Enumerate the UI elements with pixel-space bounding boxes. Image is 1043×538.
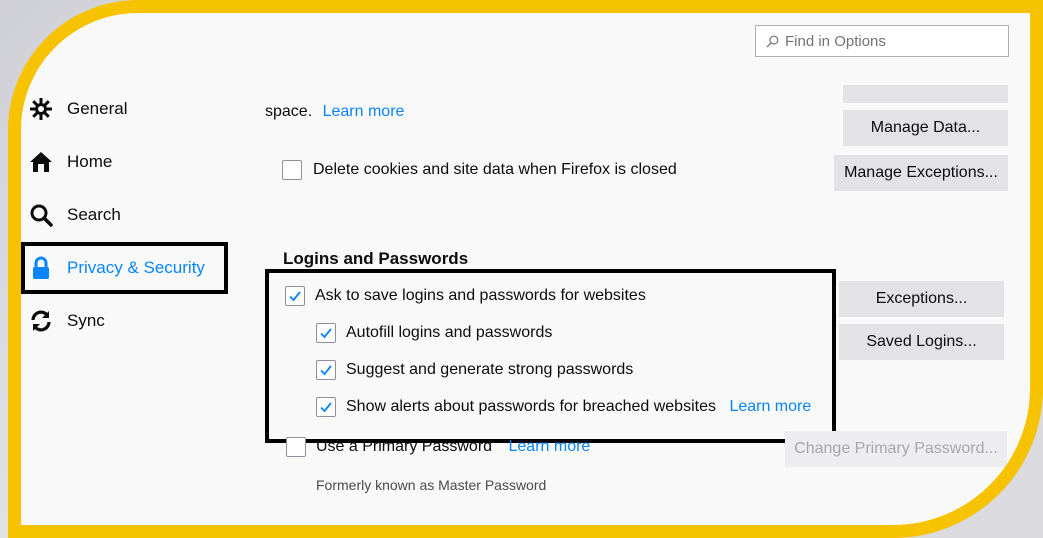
- sidebar-item-label: General: [67, 99, 128, 118]
- checkmark-icon: [289, 291, 301, 302]
- delete-on-close-label: Delete cookies and site data when Firefo…: [313, 161, 677, 178]
- sidebar-item-search[interactable]: Search: [29, 199, 121, 231]
- autofill-checkbox[interactable]: [316, 323, 336, 343]
- clear-data-button-partial[interactable]: [843, 85, 1008, 103]
- breach-learn-more-link[interactable]: Learn more: [729, 398, 811, 415]
- preferences-window: Find in Options General Home Search Priv…: [8, 0, 1043, 538]
- logins-section-title: Logins and Passwords: [283, 249, 469, 268]
- find-in-options-input[interactable]: Find in Options: [755, 25, 1009, 57]
- primary-learn-more-link[interactable]: Learn more: [509, 438, 591, 455]
- delete-on-close-checkbox[interactable]: [282, 160, 302, 180]
- suggest-passwords-checkbox[interactable]: [316, 360, 336, 380]
- cookies-description: space. Learn more: [265, 103, 404, 121]
- exceptions-button[interactable]: Exceptions...: [839, 281, 1004, 317]
- search-icon: [29, 203, 53, 227]
- suggest-passwords-label: Suggest and generate strong passwords: [346, 361, 634, 378]
- sidebar-item-label: Sync: [67, 311, 105, 330]
- sidebar-item-general[interactable]: General: [29, 93, 127, 125]
- cookies-learn-more-link[interactable]: Learn more: [323, 103, 405, 120]
- breach-alerts-row: Show alerts about passwords for breached…: [346, 398, 811, 416]
- home-icon: [29, 150, 53, 174]
- gear-icon: [29, 97, 53, 121]
- search-icon: [766, 35, 779, 48]
- ask-to-save-label: Ask to save logins and passwords for web…: [315, 287, 646, 304]
- sidebar-highlight-box: [21, 242, 228, 294]
- ask-to-save-checkbox[interactable]: [285, 286, 305, 306]
- autofill-label: Autofill logins and passwords: [346, 324, 553, 341]
- primary-password-label: Use a Primary Password: [316, 438, 493, 455]
- primary-password-row: Use a Primary Password Learn more: [316, 438, 590, 456]
- checkmark-icon: [320, 402, 332, 413]
- primary-password-checkbox[interactable]: [286, 437, 306, 457]
- checkmark-icon: [320, 328, 332, 339]
- breach-alerts-checkbox[interactable]: [316, 397, 336, 417]
- breach-alerts-label: Show alerts about passwords for breached…: [346, 398, 716, 415]
- change-primary-password-button[interactable]: Change Primary Password...: [785, 431, 1007, 467]
- sidebar-item-label: Home: [67, 152, 113, 171]
- saved-logins-button[interactable]: Saved Logins...: [839, 324, 1004, 360]
- sidebar-item-label: Search: [67, 205, 121, 224]
- find-in-options-placeholder: Find in Options: [785, 32, 886, 50]
- cookies-description-text: space.: [265, 103, 313, 120]
- checkmark-icon: [320, 365, 332, 376]
- manage-data-button[interactable]: Manage Data...: [843, 110, 1008, 146]
- sidebar-item-sync[interactable]: Sync: [29, 305, 105, 337]
- sync-icon: [29, 309, 53, 333]
- manage-exceptions-button[interactable]: Manage Exceptions...: [834, 155, 1008, 191]
- formerly-known-note: Formerly known as Master Password: [316, 477, 547, 493]
- sidebar-item-home[interactable]: Home: [29, 146, 112, 178]
